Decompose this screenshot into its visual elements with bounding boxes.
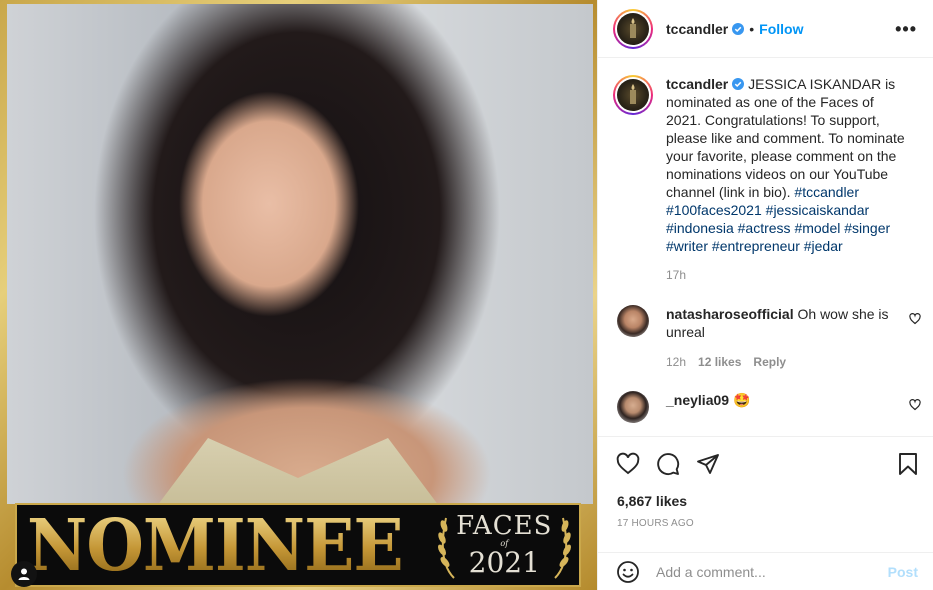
laurel-right-icon [554, 517, 571, 579]
comment-item: _neylia09 🤩 [598, 391, 933, 423]
header-username[interactable]: tccandler [666, 21, 728, 37]
verified-badge-icon [732, 22, 745, 35]
candle-logo-icon [630, 17, 636, 38]
more-options-button[interactable]: ••• [895, 20, 917, 38]
hashtag-link[interactable]: #actress [738, 220, 791, 236]
user-silhouette-icon [18, 568, 30, 580]
hashtag-link[interactable]: #model [794, 220, 840, 236]
hashtag-link[interactable]: #writer [666, 238, 708, 254]
caption-username[interactable]: tccandler [666, 76, 728, 92]
post-time-ago[interactable]: 17 HOURS AGO [598, 509, 933, 529]
comment-likes[interactable]: 12 likes [698, 353, 741, 371]
comment-bubble-icon[interactable] [656, 452, 680, 476]
post-header: tccandler • Follow ••• [598, 0, 933, 58]
add-comment-bar: Post [598, 552, 933, 590]
like-comment-heart-icon[interactable] [909, 313, 921, 325]
hashtag-link[interactable]: #singer [844, 220, 890, 236]
comment-item: natasharoseofficial Oh wow she is unreal… [598, 305, 933, 371]
faces-2021-badge: FACES of 2021 [430, 506, 579, 584]
save-bookmark-icon[interactable] [896, 452, 920, 476]
caption-avatar[interactable] [613, 75, 653, 115]
caption-text-block: tccandler JESSICA ISKANDAR is nominated … [666, 75, 911, 255]
comment-text: 🤩 [732, 392, 751, 408]
nominee-text: NOMINEE [17, 509, 428, 580]
faces-title: FACES [456, 511, 553, 541]
follow-button[interactable]: Follow [759, 21, 803, 37]
candle-logo-icon [630, 84, 636, 104]
caption-timestamp[interactable]: 17h [666, 268, 933, 282]
laurel-left-icon [437, 517, 455, 579]
like-heart-icon[interactable] [616, 452, 640, 476]
post-comment-button[interactable]: Post [888, 564, 918, 580]
post-actions: 6,867 likes 17 HOURS AGO [598, 436, 933, 529]
hashtag-link[interactable]: #jessicaiskandar [766, 202, 870, 218]
post-image[interactable]: NOMINEE FACES of 2021 [0, 0, 597, 590]
hashtag-link[interactable]: #jedar [804, 238, 843, 254]
share-paper-plane-icon[interactable] [696, 452, 720, 476]
hashtag-link[interactable]: #indonesia [666, 220, 734, 236]
commenter-avatar[interactable] [617, 305, 649, 337]
profile-avatar[interactable] [613, 8, 653, 49]
verified-badge-icon [732, 78, 745, 90]
comments-list[interactable]: tccandler JESSICA ISKANDAR is nominated … [598, 59, 933, 435]
post-side-panel: tccandler • Follow ••• tccandler JESSICA… [597, 0, 933, 590]
hashtag-link[interactable]: #entrepreneur [712, 238, 800, 254]
emoji-smiley-icon[interactable] [616, 560, 640, 584]
header-separator: • [749, 20, 755, 37]
comment-username[interactable]: _neylia09 [666, 392, 729, 408]
like-comment-heart-icon[interactable] [909, 399, 921, 411]
hashtag-link[interactable]: #tccandler [794, 184, 859, 200]
commenter-avatar[interactable] [617, 391, 649, 423]
comment-username[interactable]: natasharoseofficial [666, 306, 794, 322]
comment-input[interactable] [656, 563, 856, 580]
caption-body: JESSICA ISKANDAR is nominated as one of … [666, 76, 905, 200]
likes-count[interactable]: 6,867 likes [598, 477, 933, 509]
faces-year: 2021 [468, 546, 540, 579]
portrait-photo [7, 4, 593, 504]
tagged-user-icon[interactable] [11, 561, 37, 587]
nominee-banner: NOMINEE FACES of 2021 [15, 503, 581, 587]
hashtag-link[interactable]: #100faces2021 [666, 202, 762, 218]
comment-time[interactable]: 12h [666, 353, 686, 371]
reply-button[interactable]: Reply [753, 353, 786, 371]
caption: tccandler JESSICA ISKANDAR is nominated … [598, 59, 933, 255]
